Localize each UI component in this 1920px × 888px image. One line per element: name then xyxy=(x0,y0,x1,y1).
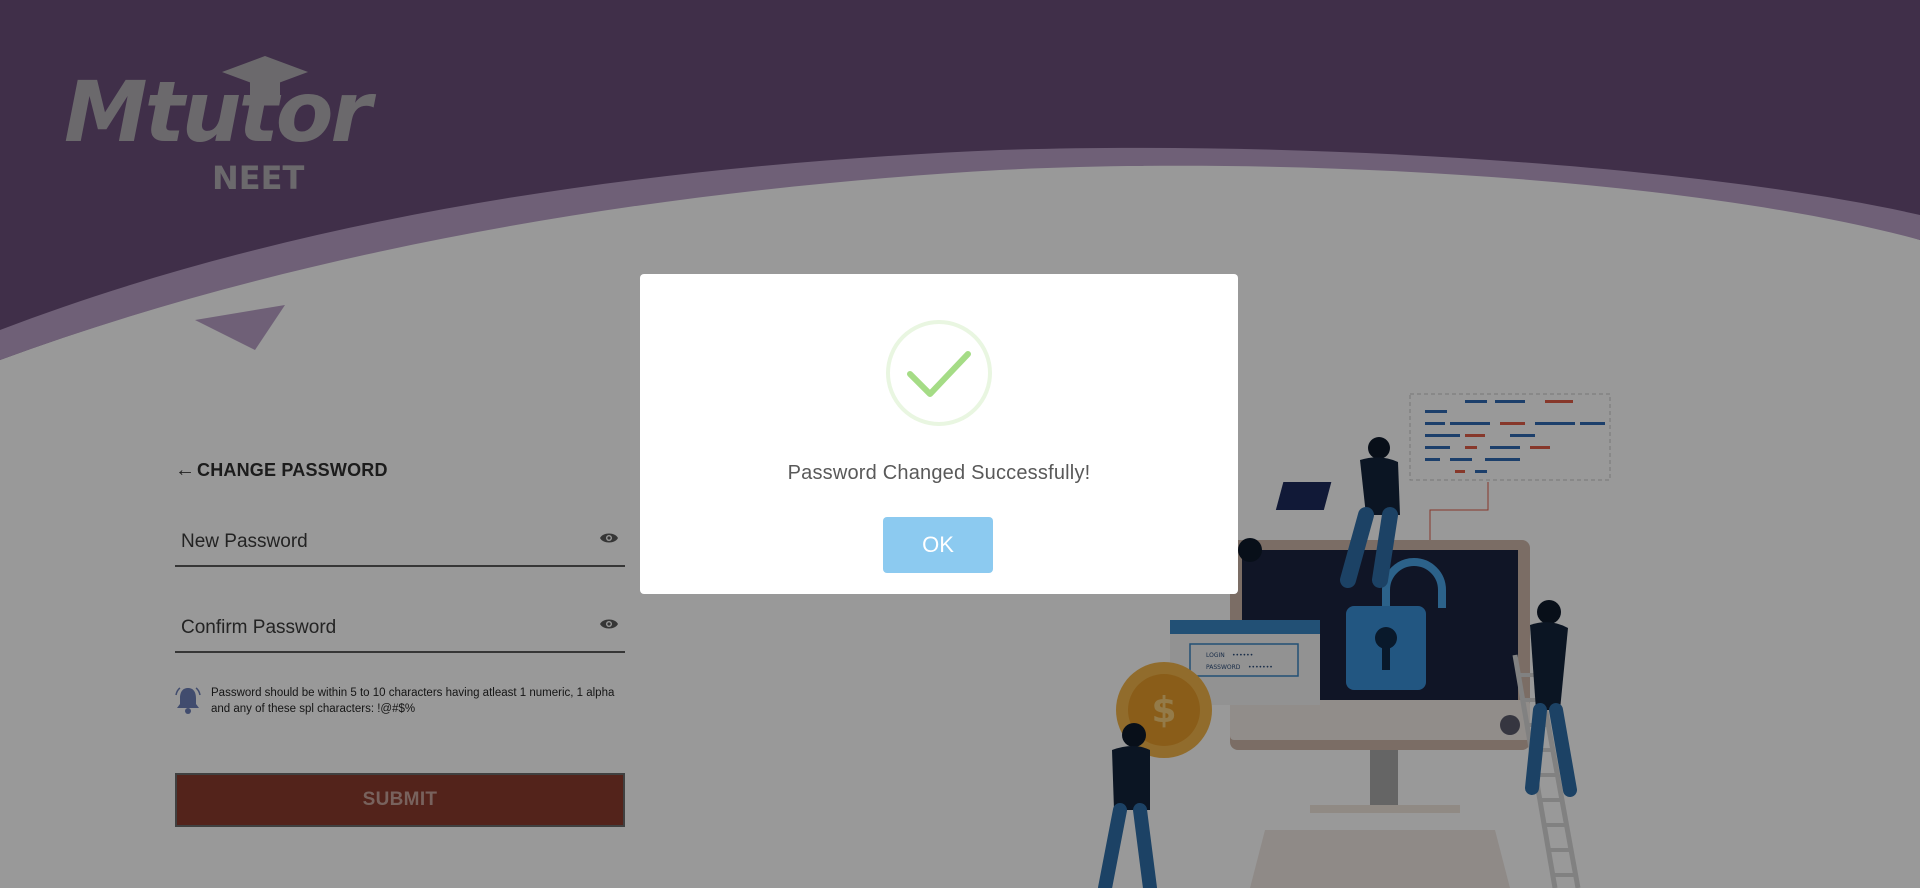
success-dialog: Password Changed Successfully! OK xyxy=(640,274,1238,594)
success-message: Password Changed Successfully! xyxy=(787,462,1091,484)
check-icon xyxy=(886,320,992,426)
ok-button[interactable]: OK xyxy=(883,517,993,573)
